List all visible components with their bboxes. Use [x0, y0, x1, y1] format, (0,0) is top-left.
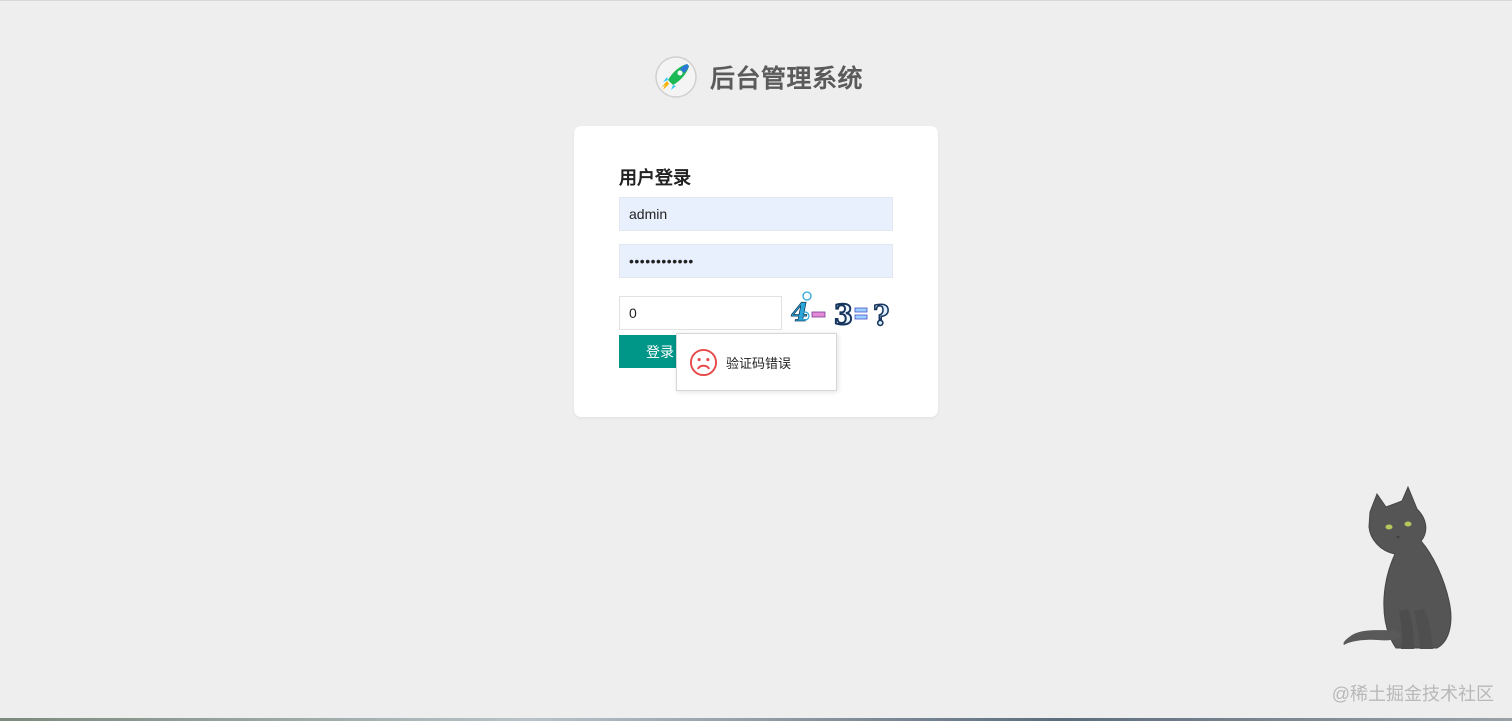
rocket-icon [655, 56, 697, 98]
captcha-input[interactable]: 0 [619, 296, 782, 330]
app-title: 后台管理系统 [710, 65, 864, 93]
error-toast: 验证码错误 [676, 333, 837, 391]
login-page: 后台管理系统 用户登录 admin •••••••••••• 0 4 3 ? 登… [0, 0, 1512, 721]
sad-face-icon [689, 348, 718, 376]
error-message: 验证码错误 [726, 355, 792, 371]
captcha-minus-mark [811, 311, 826, 318]
brand-header: 后台管理系统 [654, 55, 863, 99]
password-input[interactable]: •••••••••••• [619, 244, 893, 278]
username-input[interactable]: admin [619, 197, 893, 231]
captcha-equals-top [854, 307, 868, 313]
captcha-digit-three: 3 [834, 300, 853, 330]
captcha-equals-bottom [854, 314, 868, 320]
black-cat-icon [1343, 485, 1452, 649]
watermark: @稀土掘金技术社区 [1331, 684, 1494, 704]
captcha-question-mark: ? [873, 299, 889, 330]
login-heading: 用户登录 [619, 168, 691, 188]
captcha-image[interactable]: 4 3 ? [789, 290, 895, 330]
